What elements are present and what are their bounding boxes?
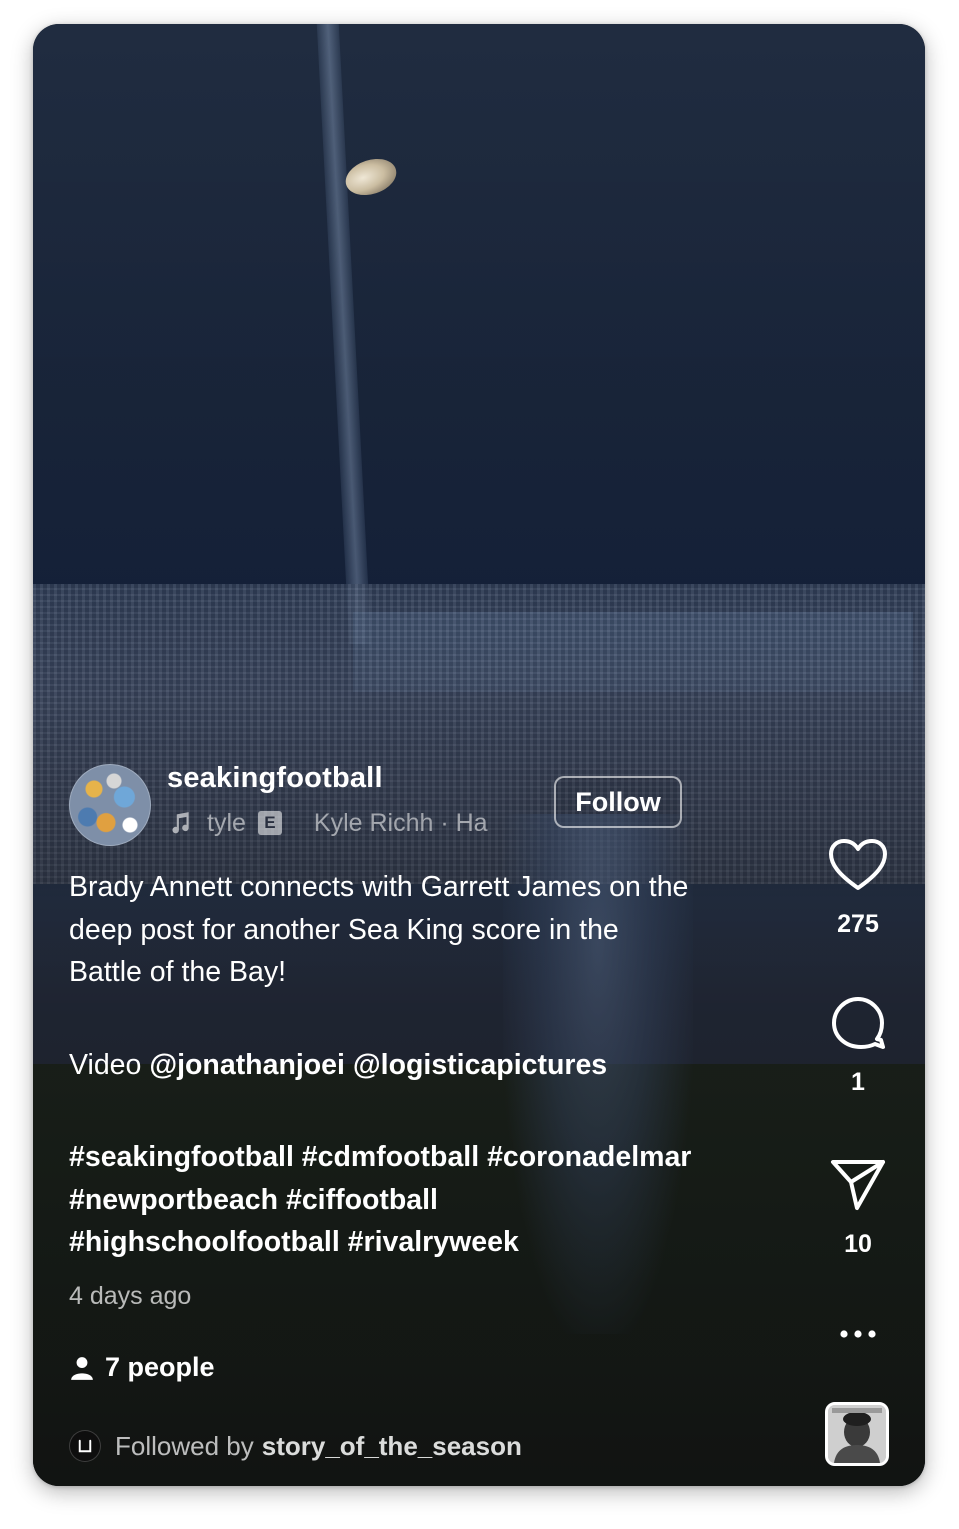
caption-line: deep post for another Sea King score in … bbox=[69, 913, 619, 946]
paper-plane-icon[interactable] bbox=[829, 1158, 887, 1212]
followed-by-row[interactable]: Followed by story_of_the_season bbox=[69, 1430, 522, 1462]
audio-attribution[interactable]: tyle E Kyle Richh · Ha bbox=[167, 806, 537, 840]
author-avatar[interactable] bbox=[69, 764, 151, 846]
share-count: 10 bbox=[844, 1230, 872, 1258]
video-dim-overlay bbox=[33, 24, 925, 1486]
tagged-people-button[interactable]: 7 people bbox=[69, 1352, 215, 1383]
hashtag-line[interactable]: #seakingfootball #cdmfootball #coronadel… bbox=[69, 1136, 799, 1179]
explicit-badge: E bbox=[257, 811, 282, 835]
post-timestamp: 4 days ago bbox=[69, 1282, 192, 1310]
mention-link[interactable]: @jonathanjoei bbox=[149, 1049, 345, 1081]
audio-thumbnail-portrait bbox=[828, 1405, 886, 1463]
person-icon bbox=[71, 1356, 93, 1380]
followed-by-prefix: Followed by bbox=[115, 1430, 254, 1461]
audio-title: tyle bbox=[207, 808, 246, 837]
comment-action[interactable]: 1 bbox=[823, 996, 893, 1097]
threads-logo-icon bbox=[69, 1430, 101, 1462]
video-credit-prefix: Video bbox=[69, 1048, 142, 1081]
share-action[interactable]: 10 bbox=[823, 1158, 893, 1259]
like-action[interactable]: 275 bbox=[823, 838, 893, 939]
more-dots-icon[interactable] bbox=[838, 1326, 878, 1342]
tagged-people-count: 7 people bbox=[105, 1352, 215, 1382]
comment-count: 1 bbox=[851, 1068, 865, 1096]
author-username[interactable]: seakingfootball bbox=[167, 762, 383, 795]
mention-link[interactable]: @logisticapictures bbox=[353, 1049, 607, 1081]
follow-button[interactable]: Follow bbox=[554, 776, 682, 828]
followed-by-name[interactable]: story_of_the_season bbox=[262, 1431, 522, 1462]
post-caption[interactable]: Brady Annett connects with Garrett James… bbox=[69, 866, 799, 1264]
hashtag-line[interactable]: #newportbeach #ciffootball bbox=[69, 1179, 799, 1222]
like-count: 275 bbox=[837, 910, 879, 938]
audio-track: Kyle Richh · Ha bbox=[313, 808, 488, 837]
hashtag-line[interactable]: #highschoolfootball #rivalryweek bbox=[69, 1221, 799, 1264]
video-frame[interactable] bbox=[33, 24, 925, 1486]
caption-credits: Video @jonathanjoei @logisticapictures bbox=[69, 1044, 799, 1087]
comment-bubble-icon[interactable] bbox=[829, 996, 887, 1050]
reel-viewer: seakingfootball tyle E Kyle Richh · Ha F… bbox=[33, 24, 925, 1486]
audio-thumbnail[interactable] bbox=[825, 1402, 889, 1466]
caption-line: Brady Annett connects with Garrett James… bbox=[69, 871, 689, 903]
heart-icon[interactable] bbox=[828, 838, 888, 892]
caption-line: Battle of the Bay! bbox=[69, 956, 287, 988]
music-note-icon bbox=[172, 812, 189, 834]
